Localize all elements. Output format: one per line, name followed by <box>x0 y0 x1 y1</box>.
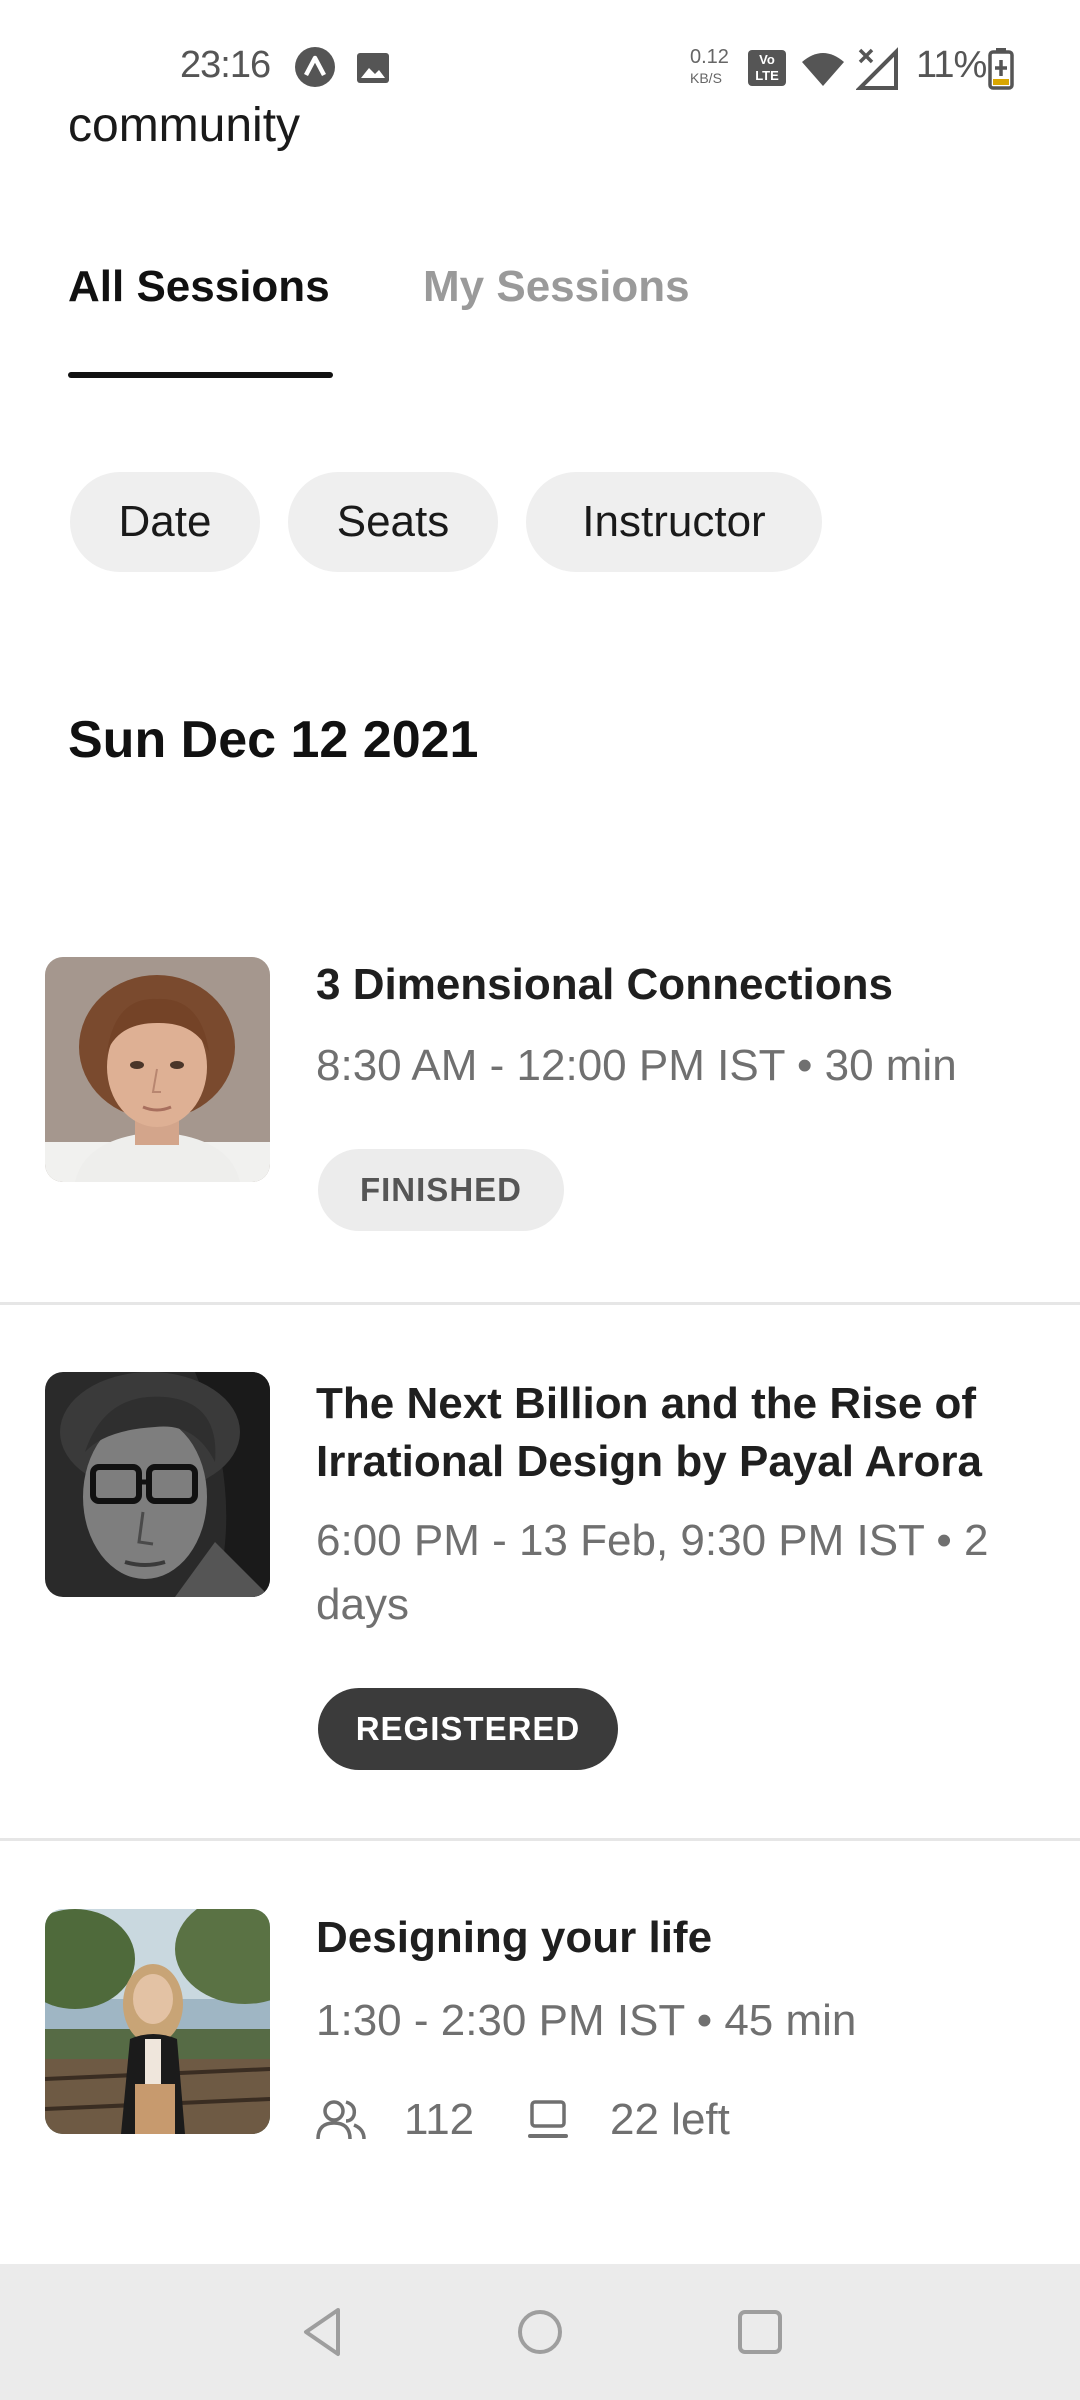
page-title-partial: community <box>68 99 301 152</box>
app-a-icon <box>294 46 336 93</box>
seats-left: 22 left <box>610 2095 730 2144</box>
filter-instructor-chip[interactable]: Instructor <box>526 472 822 572</box>
status-badge-registered: REGISTERED <box>318 1688 618 1770</box>
session-card[interactable]: The Next Billion and the Rise of Irratio… <box>0 1305 1080 1840</box>
session-title: The Next Billion and the Rise of Irratio… <box>316 1379 982 1486</box>
tab-all-sessions[interactable]: All Sessions <box>68 262 330 312</box>
date-heading: Sun Dec 12 2021 <box>68 711 479 769</box>
laptop-icon <box>526 2099 570 2146</box>
session-title: 3 Dimensional Connections <box>316 960 893 1009</box>
active-tab-indicator <box>68 372 333 378</box>
session-title: Designing your life <box>316 1913 713 1962</box>
filter-seats-chip[interactable]: Seats <box>288 472 498 572</box>
signal-icon <box>855 46 900 95</box>
volte-label: Vo LTE <box>755 52 779 83</box>
battery-charging-icon <box>988 48 1014 95</box>
instructor-photo <box>45 957 270 1182</box>
back-icon[interactable] <box>298 2304 346 2365</box>
wifi-icon <box>800 50 846 93</box>
instructor-photo <box>45 1372 270 1597</box>
session-time: 1:30 - 2:30 PM IST • 45 min <box>316 1996 857 2045</box>
session-card[interactable]: Designing your life 1:30 - 2:30 PM IST •… <box>0 1841 1080 2261</box>
volte-icon: Vo LTE <box>748 50 786 86</box>
attendees-count: 112 <box>404 2095 475 2144</box>
status-badge-finished: FINISHED <box>318 1149 564 1231</box>
session-time: 6:00 PM - 13 Feb, 9:30 PM IST • 2 days <box>316 1516 989 1629</box>
filter-date-chip[interactable]: Date <box>70 472 260 572</box>
recents-icon[interactable] <box>736 2304 784 2365</box>
attendees-icon <box>316 2097 366 2148</box>
image-icon <box>356 52 390 89</box>
tab-my-sessions[interactable]: My Sessions <box>423 262 690 312</box>
session-time: 8:30 AM - 12:00 PM IST • 30 min <box>316 1041 957 1090</box>
home-icon[interactable] <box>516 2304 564 2365</box>
net-speed-value: 0.12 <box>690 46 729 68</box>
net-speed-unit: KB/S <box>690 70 722 86</box>
session-card[interactable]: 3 Dimensional Connections 8:30 AM - 12:0… <box>0 930 1080 1300</box>
system-nav-bar <box>0 2264 1080 2400</box>
status-bar: 23:16 0.12 KB/S Vo LTE 11% <box>0 0 1080 110</box>
status-time: 23:16 <box>180 44 271 86</box>
battery-percent: 11% <box>916 44 987 86</box>
instructor-photo <box>45 1909 270 2134</box>
